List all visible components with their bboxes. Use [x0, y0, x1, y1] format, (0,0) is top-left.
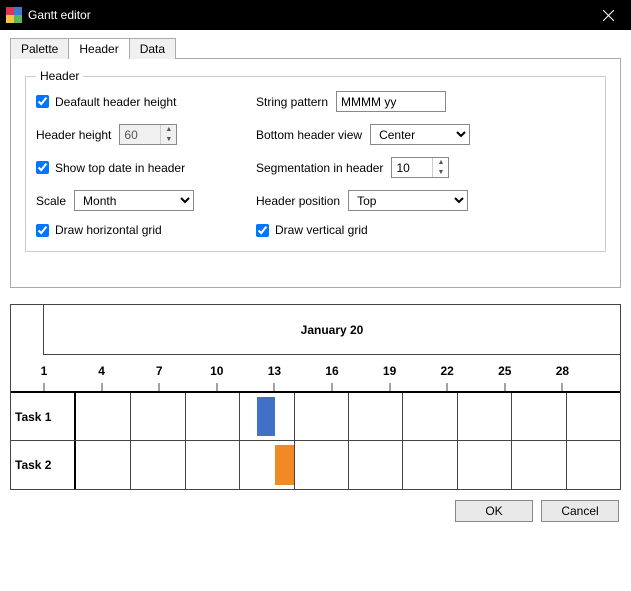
fieldset-legend: Header — [36, 69, 83, 83]
header-fieldset: Header Deafault header height String pat… — [25, 69, 606, 252]
gantt-day-label: 22 — [441, 364, 454, 378]
dialog-buttons: OK Cancel — [10, 490, 621, 522]
string-pattern-input[interactable] — [336, 91, 446, 112]
string-pattern-label: String pattern — [256, 95, 328, 109]
draw-vertical-grid-checkbox[interactable]: Draw vertical grid — [256, 223, 368, 237]
titlebar: Gantt editor — [0, 0, 631, 30]
close-button[interactable] — [586, 0, 631, 30]
tab-panel-header: Header Deafault header height String pat… — [10, 58, 621, 288]
header-height-value — [120, 125, 160, 144]
spinner-up-icon[interactable]: ▲ — [161, 125, 176, 135]
header-position-label: Header position — [256, 194, 340, 208]
cancel-button[interactable]: Cancel — [541, 500, 619, 522]
draw-vertical-grid-label: Draw vertical grid — [275, 223, 368, 237]
header-height-label: Header height — [36, 128, 111, 142]
gantt-gridline — [294, 441, 295, 489]
gantt-gridline — [457, 441, 458, 489]
bottom-header-view-select[interactable]: Center — [370, 124, 470, 145]
spinner-down-icon[interactable]: ▼ — [161, 135, 176, 145]
gantt-day-tick — [447, 383, 448, 391]
gantt-gridline — [511, 441, 512, 489]
gantt-gridline — [185, 441, 186, 489]
gantt-row-label: Task 2 — [11, 441, 76, 489]
gantt-day-tick — [562, 383, 563, 391]
header-height-spinner[interactable]: ▲▼ — [119, 124, 177, 145]
gantt-day-label: 1 — [41, 364, 48, 378]
gantt-days-row: 1 4 7 10 13 16 19 22 25 28 — [11, 355, 620, 391]
gantt-gridline — [402, 393, 403, 440]
gantt-body: Task 1 Task 2 — [11, 391, 620, 489]
app-icon — [6, 7, 22, 23]
bottom-header-view-label: Bottom header view — [256, 128, 362, 142]
gantt-row-track — [76, 441, 620, 489]
gantt-gridline — [130, 441, 131, 489]
gantt-day-label: 13 — [268, 364, 281, 378]
gantt-gridline — [185, 393, 186, 440]
gantt-day-label: 4 — [98, 364, 105, 378]
close-icon — [603, 10, 614, 21]
gantt-day-label: 25 — [498, 364, 511, 378]
header-position-select[interactable]: Top — [348, 190, 468, 211]
draw-horizontal-grid-label: Draw horizontal grid — [55, 223, 162, 237]
spinner-down-icon[interactable]: ▼ — [433, 168, 448, 178]
gantt-row: Task 1 — [11, 393, 620, 441]
gantt-gridline — [239, 441, 240, 489]
segmentation-value[interactable] — [392, 158, 432, 177]
gantt-header: January 20 — [11, 305, 620, 355]
gantt-row-label: Task 1 — [11, 393, 76, 440]
segmentation-label: Segmentation in header — [256, 161, 383, 175]
window-title: Gantt editor — [28, 8, 586, 22]
gantt-gridline — [566, 393, 567, 440]
gantt-gridline — [348, 441, 349, 489]
show-top-date-checkbox[interactable]: Show top date in header — [36, 161, 185, 175]
gantt-day-label: 10 — [210, 364, 223, 378]
default-header-height-checkbox[interactable]: Deafault header height — [36, 95, 176, 109]
gantt-day-tick — [101, 383, 102, 391]
gantt-bar[interactable] — [275, 445, 293, 485]
gantt-day-tick — [504, 383, 505, 391]
gantt-chart: January 20 1 4 7 10 13 16 19 22 25 28 Task 1 Task… — [10, 304, 621, 490]
gantt-title: January 20 — [44, 305, 620, 355]
scale-label: Scale — [36, 194, 66, 208]
gantt-gridline — [130, 393, 131, 440]
gantt-gridline — [566, 441, 567, 489]
gantt-day-tick — [159, 383, 160, 391]
gantt-day-tick — [274, 383, 275, 391]
ok-button[interactable]: OK — [455, 500, 533, 522]
gantt-day-label: 7 — [156, 364, 163, 378]
gantt-bar[interactable] — [257, 397, 275, 436]
gantt-day-label: 19 — [383, 364, 396, 378]
scale-select[interactable]: Month — [74, 190, 194, 211]
tab-palette[interactable]: Palette — [10, 38, 69, 59]
gantt-row: Task 2 — [11, 441, 620, 489]
gantt-gridline — [294, 393, 295, 440]
default-header-height-label: Deafault header height — [55, 95, 176, 109]
gantt-day-label: 28 — [556, 364, 569, 378]
spinner-up-icon[interactable]: ▲ — [433, 158, 448, 168]
gantt-gridline — [402, 441, 403, 489]
tab-data[interactable]: Data — [129, 38, 176, 59]
gantt-day-label: 16 — [325, 364, 338, 378]
gantt-row-track — [76, 393, 620, 440]
gantt-days-axis: 1 4 7 10 13 16 19 22 25 28 — [44, 355, 620, 391]
show-top-date-label: Show top date in header — [55, 161, 185, 175]
tab-header[interactable]: Header — [68, 38, 129, 59]
gantt-day-tick — [332, 383, 333, 391]
draw-horizontal-grid-checkbox[interactable]: Draw horizontal grid — [36, 223, 162, 237]
gantt-day-tick — [389, 383, 390, 391]
gantt-gridline — [511, 393, 512, 440]
gantt-gridline — [457, 393, 458, 440]
segmentation-spinner[interactable]: ▲▼ — [391, 157, 449, 178]
gantt-corner — [11, 305, 44, 355]
gantt-gridline — [239, 393, 240, 440]
gantt-gridline — [348, 393, 349, 440]
gantt-day-tick — [44, 383, 45, 391]
gantt-day-tick — [216, 383, 217, 391]
tab-strip: Palette Header Data — [10, 38, 621, 59]
